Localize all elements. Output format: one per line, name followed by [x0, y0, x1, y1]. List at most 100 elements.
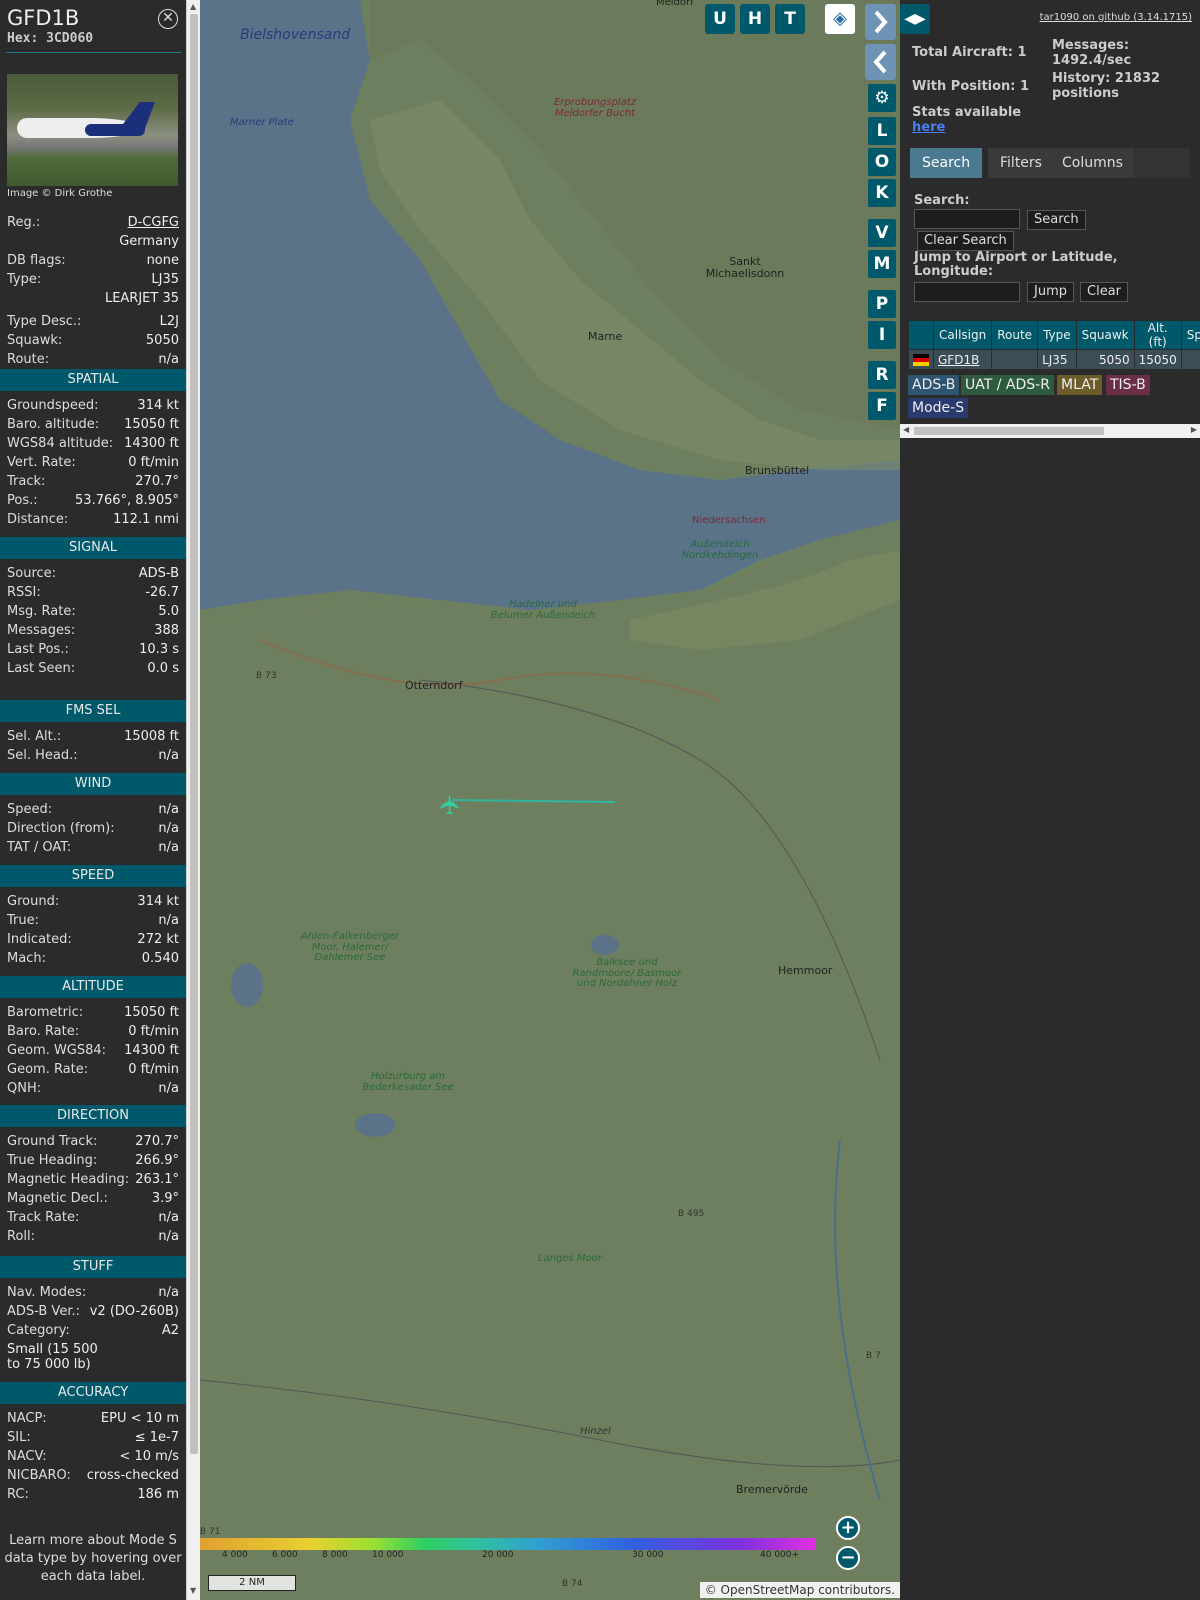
section-header-signal[interactable]: SIGNAL: [0, 537, 186, 559]
col-squawk[interactable]: Squawk: [1075, 320, 1135, 350]
zoom-in-button[interactable]: +: [836, 1516, 860, 1540]
map-button-l[interactable]: L: [868, 117, 896, 145]
data-label[interactable]: Mach:: [7, 949, 46, 968]
data-label[interactable]: NACV:: [7, 1447, 47, 1466]
map-button-h[interactable]: H: [740, 4, 770, 34]
data-label[interactable]: RC:: [7, 1485, 29, 1504]
legend-tisb[interactable]: TIS-B: [1106, 375, 1150, 395]
section-header-stuff[interactable]: STUFF: [0, 1256, 186, 1278]
layers-icon[interactable]: ◈: [825, 4, 855, 34]
data-label[interactable]: QNH:: [7, 1079, 41, 1098]
data-label[interactable]: Speed:: [7, 800, 52, 819]
data-label[interactable]: Msg. Rate:: [7, 602, 76, 621]
map-button-p[interactable]: P: [868, 290, 896, 318]
row-callsign-link[interactable]: GFD1B: [938, 353, 979, 367]
map-button-v[interactable]: V: [868, 219, 896, 247]
map-button-i[interactable]: I: [868, 321, 896, 349]
map-canvas[interactable]: [200, 0, 900, 1600]
map-button-t[interactable]: T: [775, 4, 805, 34]
data-label[interactable]: WGS84 altitude:: [7, 434, 113, 453]
jump-button[interactable]: Jump: [1027, 282, 1074, 302]
section-header-spatial[interactable]: SPATIAL: [0, 369, 186, 391]
data-label[interactable]: SIL:: [7, 1428, 31, 1447]
search-input[interactable]: [914, 209, 1020, 229]
toggle-panel-button[interactable]: ◀▶: [900, 4, 930, 34]
col-route[interactable]: Route: [991, 320, 1039, 350]
table-row[interactable]: GFD1B LJ35 5050 15050: [908, 349, 1200, 370]
data-label[interactable]: RSSI:: [7, 583, 41, 602]
data-label[interactable]: Track:: [7, 472, 45, 491]
tab-filters[interactable]: Filters: [988, 148, 1054, 178]
legend-uat[interactable]: UAT / ADS-R: [961, 375, 1054, 395]
jump-input[interactable]: [914, 282, 1020, 302]
expand-panel-button[interactable]: [865, 4, 896, 40]
section-header-wind[interactable]: WIND: [0, 773, 186, 795]
section-header-speed[interactable]: SPEED: [0, 865, 186, 887]
legend-mlat[interactable]: MLAT: [1057, 375, 1103, 395]
data-label[interactable]: True Heading:: [7, 1151, 97, 1170]
data-label[interactable]: Pos.:: [7, 491, 38, 510]
sidebar-scrollbar[interactable]: ▲ ▼: [186, 0, 200, 1600]
data-label[interactable]: Roll:: [7, 1227, 35, 1246]
map-button-o[interactable]: O: [868, 148, 896, 176]
data-label[interactable]: Source:: [7, 564, 56, 583]
data-label[interactable]: Indicated:: [7, 930, 72, 949]
data-label[interactable]: Ground Track:: [7, 1132, 97, 1151]
map-button-m[interactable]: M: [868, 250, 896, 278]
map-view[interactable]: Bielshovensand Marner Plate Erprobungsplat…: [200, 0, 900, 1600]
aircraft-icon[interactable]: ✈: [436, 786, 466, 816]
legend-modes[interactable]: Mode-S: [908, 398, 969, 418]
data-label[interactable]: Last Pos.:: [7, 640, 69, 659]
data-label[interactable]: Vert. Rate:: [7, 453, 76, 472]
data-label[interactable]: True:: [7, 911, 39, 930]
map-button-u[interactable]: U: [705, 4, 735, 34]
tab-search[interactable]: Search: [910, 148, 983, 178]
aircraft-photo[interactable]: [7, 74, 178, 186]
section-header-direction[interactable]: DIRECTION: [0, 1105, 186, 1127]
registration-link[interactable]: D-CGFG: [128, 213, 179, 232]
data-label[interactable]: Ground:: [7, 892, 59, 911]
close-icon[interactable]: ✕: [158, 9, 178, 29]
data-label[interactable]: Sel. Head.:: [7, 746, 78, 765]
col-alt[interactable]: Alt. (ft): [1133, 320, 1182, 350]
table-scrollbar[interactable]: ◀ ▶: [900, 424, 1200, 438]
data-label[interactable]: Magnetic Decl.:: [7, 1189, 108, 1208]
gear-icon[interactable]: ⚙: [868, 84, 896, 112]
col-callsign[interactable]: Callsign: [932, 320, 993, 350]
stats-link[interactable]: here: [912, 120, 945, 135]
collapse-panel-button[interactable]: [865, 44, 896, 80]
osm-link[interactable]: OpenStreetMap: [721, 1583, 815, 1597]
data-label[interactable]: Geom. WGS84:: [7, 1041, 106, 1060]
section-header-fms[interactable]: FMS SEL: [0, 700, 186, 722]
data-label[interactable]: Track Rate:: [7, 1208, 79, 1227]
data-label[interactable]: Sel. Alt.:: [7, 727, 61, 746]
section-header-altitude[interactable]: ALTITUDE: [0, 976, 186, 998]
clear-search-button[interactable]: Clear Search: [917, 231, 1014, 251]
data-label[interactable]: TAT / OAT:: [7, 838, 71, 857]
data-label[interactable]: Baro. Rate:: [7, 1022, 79, 1041]
map-button-k[interactable]: K: [868, 179, 896, 207]
data-label[interactable]: Barometric:: [7, 1003, 83, 1022]
search-button[interactable]: Search: [1027, 210, 1086, 230]
data-label[interactable]: Last Seen:: [7, 659, 75, 678]
data-label[interactable]: Category:: [7, 1321, 70, 1340]
map-button-f[interactable]: F: [868, 392, 896, 420]
github-link[interactable]: tar1090 on github (3.14.1715): [1040, 12, 1192, 23]
data-label[interactable]: Nav. Modes:: [7, 1283, 86, 1302]
data-label[interactable]: Messages:: [7, 621, 75, 640]
data-label[interactable]: Groundspeed:: [7, 396, 98, 415]
col-spd[interactable]: Spd.: [1180, 320, 1200, 350]
data-label[interactable]: NACP:: [7, 1409, 47, 1428]
legend-adsb[interactable]: ADS-B: [908, 375, 960, 395]
zoom-out-button[interactable]: −: [836, 1546, 860, 1570]
tab-columns[interactable]: Columns: [1050, 148, 1135, 178]
col-type[interactable]: Type: [1037, 320, 1077, 350]
section-header-accuracy[interactable]: ACCURACY: [0, 1382, 186, 1404]
map-button-r[interactable]: R: [868, 361, 896, 389]
clear-button[interactable]: Clear: [1080, 282, 1128, 302]
data-label[interactable]: Distance:: [7, 510, 68, 529]
data-label[interactable]: Direction (from):: [7, 819, 115, 838]
data-label[interactable]: NICBARO:: [7, 1466, 71, 1485]
data-label[interactable]: Baro. altitude:: [7, 415, 99, 434]
data-label[interactable]: Magnetic Heading:: [7, 1170, 129, 1189]
